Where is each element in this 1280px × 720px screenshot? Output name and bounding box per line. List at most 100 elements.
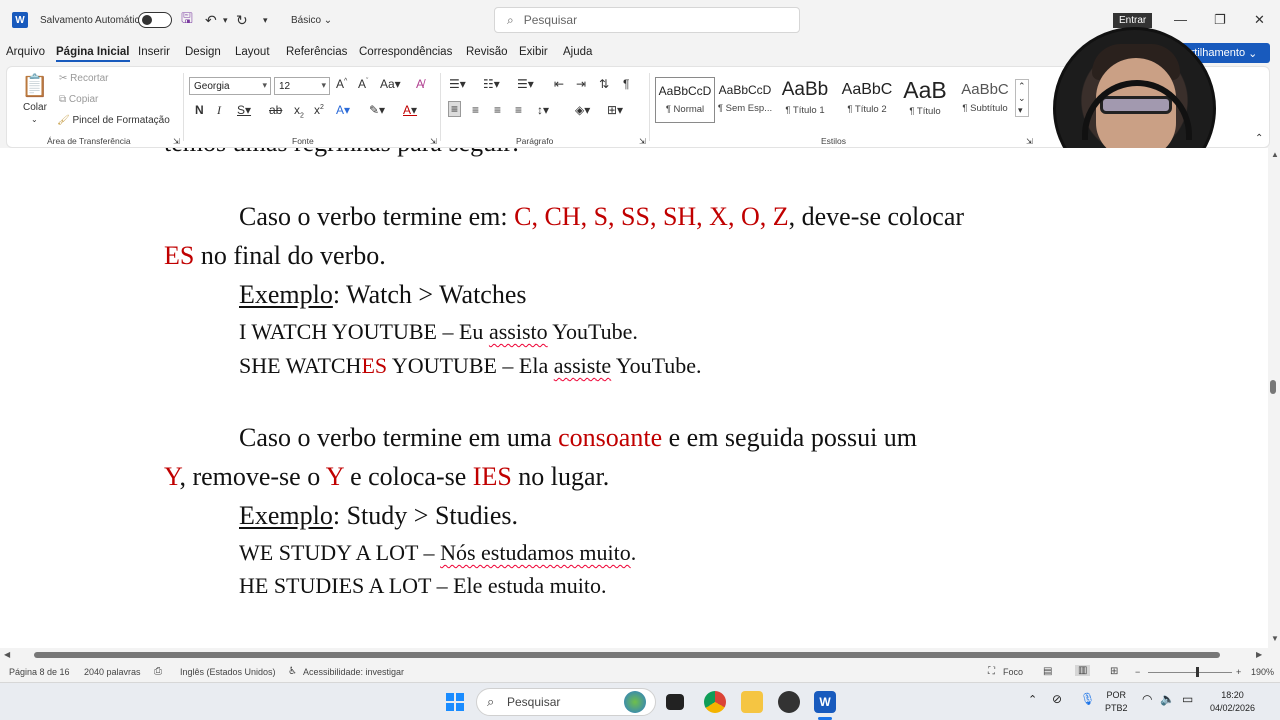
tab-ajuda[interactable]: Ajuda (563, 46, 592, 58)
paste-button[interactable]: Colar (23, 102, 47, 113)
show-marks-icon[interactable]: ¶ (623, 77, 629, 91)
terminal-icon[interactable] (666, 694, 684, 710)
start-button[interactable] (444, 691, 466, 713)
scroll-down-icon[interactable]: ▼ (1271, 634, 1279, 643)
tab-referencias[interactable]: Referências (286, 46, 347, 58)
clipboard-launcher-icon[interactable]: ⇲ (173, 137, 180, 146)
multilevel-list-icon[interactable]: ☰▾ (517, 77, 534, 91)
borders-icon[interactable]: ⊞▾ (607, 103, 623, 117)
word-taskbar-icon[interactable]: W (814, 691, 836, 713)
underline-icon[interactable]: S▾ (237, 103, 251, 117)
proofing-icon[interactable]: ⎙ (154, 666, 162, 677)
chrome-icon[interactable] (704, 691, 726, 713)
change-case-icon[interactable]: Aa▾ (380, 77, 401, 91)
bold-icon[interactable]: N (195, 103, 204, 117)
zoom-in-icon[interactable]: + (1236, 667, 1241, 677)
battery-icon[interactable]: ▭ (1182, 693, 1193, 706)
align-center-icon[interactable]: ≡ (472, 103, 479, 117)
align-left-icon[interactable]: ≡ (448, 101, 462, 117)
page-count[interactable]: Página 8 de 16 (9, 667, 70, 677)
zoom-slider-thumb[interactable] (1196, 667, 1199, 677)
word-count[interactable]: 2040 palavras (84, 667, 141, 677)
grow-font-icon[interactable]: A^ (336, 77, 347, 91)
close-icon[interactable]: ✕ (1254, 12, 1265, 28)
superscript-icon[interactable]: x2 (314, 103, 324, 117)
document-page[interactable]: temos umas regrinhas para seguir: Caso o… (0, 148, 1268, 648)
numbering-icon[interactable]: ☷▾ (483, 77, 500, 91)
web-layout-icon[interactable]: ⊞ (1110, 666, 1118, 677)
app-icon[interactable] (778, 691, 800, 713)
volume-icon[interactable]: 🔈 (1160, 693, 1175, 706)
scroll-right-icon[interactable]: ▶ (1256, 650, 1262, 659)
search-input[interactable]: ⌕ Pesquisar (494, 7, 800, 33)
undo-icon[interactable]: ↶ (205, 0, 217, 40)
scroll-up-icon[interactable]: ▲ (1271, 150, 1279, 159)
style-normal[interactable]: AaBbCcD ¶ Normal (655, 77, 715, 123)
paste-dropdown-icon[interactable]: ⌄ (31, 115, 38, 124)
format-painter-button[interactable]: 🖌 Pincel de Formatação (57, 115, 170, 126)
increase-indent-icon[interactable]: ⇥ (576, 77, 586, 91)
wifi-icon[interactable]: ◠ (1142, 693, 1152, 706)
paragraph-launcher-icon[interactable]: ⇲ (639, 137, 646, 146)
subscript-icon[interactable]: x2 (294, 103, 304, 119)
clear-formatting-icon[interactable]: A̸ (416, 77, 424, 91)
minimize-icon[interactable]: — (1174, 12, 1187, 27)
network-off-icon[interactable]: ⊘ (1052, 693, 1062, 706)
font-family-select[interactable]: Georgia (189, 77, 271, 95)
microphone-icon[interactable]: 🎙 (1080, 693, 1095, 706)
style-set-dropdown[interactable]: Básico ⌄ (291, 0, 332, 40)
tab-design[interactable]: Design (185, 46, 221, 58)
style-heading-1[interactable]: AaBb ¶ Título 1 (775, 77, 835, 123)
horizontal-scroll-thumb[interactable] (34, 652, 1220, 658)
cut-button[interactable]: ✂ Recortar (59, 73, 109, 84)
zoom-level[interactable]: 190% (1251, 667, 1274, 677)
undo-dropdown-icon[interactable]: ▾ (223, 0, 228, 40)
scroll-left-icon[interactable]: ◀ (4, 650, 10, 659)
copy-button[interactable]: ⧉ Copiar (59, 94, 98, 105)
italic-icon[interactable]: I (217, 103, 221, 118)
decrease-indent-icon[interactable]: ⇤ (554, 77, 564, 91)
sign-in-button[interactable]: Entrar (1113, 13, 1153, 28)
style-subtitle[interactable]: AaBbC ¶ Subtítulo (955, 77, 1015, 123)
align-right-icon[interactable]: ≡ (494, 103, 501, 117)
restore-icon[interactable]: ❐ (1214, 12, 1226, 28)
keyboard-language[interactable]: POR PTB2 (1105, 689, 1128, 715)
justify-icon[interactable]: ≡ (515, 103, 522, 117)
style-title[interactable]: AaB ¶ Título (895, 77, 955, 123)
font-color-icon[interactable]: A▾ (403, 103, 417, 117)
font-launcher-icon[interactable]: ⇲ (430, 137, 437, 146)
style-heading-2[interactable]: AaBbC ¶ Título 2 (837, 77, 897, 123)
font-size-select[interactable]: 12 (274, 77, 330, 95)
autosave-toggle[interactable] (138, 12, 172, 28)
strikethrough-icon[interactable]: ab (269, 103, 282, 117)
tab-pagina-inicial[interactable]: Página Inicial (56, 46, 130, 62)
styles-launcher-icon[interactable]: ⇲ (1026, 137, 1033, 146)
shrink-font-icon[interactable]: Aˇ (358, 77, 368, 91)
file-explorer-icon[interactable] (741, 691, 763, 713)
highlight-icon[interactable]: ✎▾ (369, 103, 385, 117)
tab-revisao[interactable]: Revisão (466, 46, 508, 58)
text-effects-icon[interactable]: A▾ (336, 103, 350, 117)
zoom-slider[interactable] (1148, 672, 1232, 673)
collapse-ribbon-icon[interactable]: ⌃ (1255, 133, 1263, 144)
tab-inserir[interactable]: Inserir (138, 46, 170, 58)
tab-arquivo[interactable]: Arquivo (6, 46, 45, 58)
widget-globe-icon[interactable] (624, 691, 646, 713)
tray-overflow-icon[interactable]: ⌃ (1028, 694, 1037, 707)
tab-layout[interactable]: Layout (235, 46, 270, 58)
tab-correspondencias[interactable]: Correspondências (359, 46, 452, 58)
vertical-scroll-thumb[interactable] (1270, 380, 1276, 394)
styles-scroll[interactable]: ⌃ ⌄ ▾ (1015, 79, 1029, 117)
focus-button[interactable]: Foco (1003, 667, 1023, 677)
language-status[interactable]: Inglês (Estados Unidos) (180, 667, 276, 677)
read-mode-icon[interactable]: ▤ (1043, 666, 1052, 677)
customize-toolbar-icon[interactable]: ▾ (263, 0, 268, 40)
shading-icon[interactable]: ◈▾ (575, 103, 590, 117)
save-icon[interactable]: 🖫 (181, 0, 193, 40)
clock[interactable]: 18:20 04/02/2026 (1210, 689, 1255, 715)
paste-icon[interactable]: 📋 (21, 73, 48, 99)
accessibility-status[interactable]: Acessibilidade: investigar (303, 667, 404, 677)
bullets-icon[interactable]: ☰▾ (449, 77, 466, 91)
style-no-spacing[interactable]: AaBbCcD ¶ Sem Esp... (715, 77, 775, 123)
tab-exibir[interactable]: Exibir (519, 46, 548, 58)
